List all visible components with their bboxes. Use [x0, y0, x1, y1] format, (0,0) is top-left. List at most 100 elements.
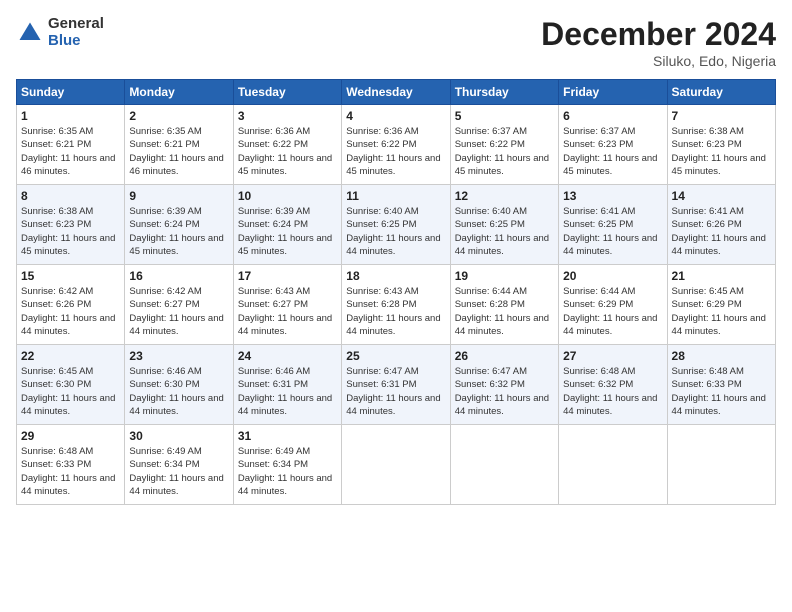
day-info: Sunrise: 6:39 AMSunset: 6:24 PMDaylight:…	[238, 206, 332, 257]
day-cell-5: 5 Sunrise: 6:37 AMSunset: 6:22 PMDayligh…	[450, 105, 558, 185]
day-info: Sunrise: 6:49 AMSunset: 6:34 PMDaylight:…	[238, 446, 332, 497]
day-number: 30	[129, 429, 228, 443]
logo-text: General Blue	[48, 16, 104, 49]
day-number: 31	[238, 429, 337, 443]
day-number: 14	[672, 189, 771, 203]
day-number: 10	[238, 189, 337, 203]
day-info: Sunrise: 6:35 AMSunset: 6:21 PMDaylight:…	[129, 126, 223, 177]
day-number: 19	[455, 269, 554, 283]
logo-icon	[16, 19, 44, 47]
day-cell-24: 24 Sunrise: 6:46 AMSunset: 6:31 PMDaylig…	[233, 345, 341, 425]
day-info: Sunrise: 6:42 AMSunset: 6:26 PMDaylight:…	[21, 286, 115, 337]
day-info: Sunrise: 6:41 AMSunset: 6:26 PMDaylight:…	[672, 206, 766, 257]
month-year: December 2024	[541, 16, 776, 53]
day-cell-14: 14 Sunrise: 6:41 AMSunset: 6:26 PMDaylig…	[667, 185, 775, 265]
day-number: 21	[672, 269, 771, 283]
day-info: Sunrise: 6:40 AMSunset: 6:25 PMDaylight:…	[346, 206, 440, 257]
col-header-saturday: Saturday	[667, 80, 775, 105]
day-cell-27: 27 Sunrise: 6:48 AMSunset: 6:32 PMDaylig…	[559, 345, 667, 425]
col-header-friday: Friday	[559, 80, 667, 105]
day-number: 24	[238, 349, 337, 363]
day-cell-8: 8 Sunrise: 6:38 AMSunset: 6:23 PMDayligh…	[17, 185, 125, 265]
day-number: 26	[455, 349, 554, 363]
day-info: Sunrise: 6:48 AMSunset: 6:33 PMDaylight:…	[672, 366, 766, 417]
day-number: 25	[346, 349, 445, 363]
day-info: Sunrise: 6:43 AMSunset: 6:28 PMDaylight:…	[346, 286, 440, 337]
empty-cell	[559, 425, 667, 505]
day-number: 27	[563, 349, 662, 363]
col-header-monday: Monday	[125, 80, 233, 105]
day-number: 15	[21, 269, 120, 283]
day-number: 1	[21, 109, 120, 123]
day-info: Sunrise: 6:44 AMSunset: 6:28 PMDaylight:…	[455, 286, 549, 337]
empty-cell	[342, 425, 450, 505]
day-cell-26: 26 Sunrise: 6:47 AMSunset: 6:32 PMDaylig…	[450, 345, 558, 425]
day-number: 22	[21, 349, 120, 363]
day-info: Sunrise: 6:48 AMSunset: 6:33 PMDaylight:…	[21, 446, 115, 497]
empty-cell	[450, 425, 558, 505]
day-info: Sunrise: 6:39 AMSunset: 6:24 PMDaylight:…	[129, 206, 223, 257]
col-header-wednesday: Wednesday	[342, 80, 450, 105]
day-cell-15: 15 Sunrise: 6:42 AMSunset: 6:26 PMDaylig…	[17, 265, 125, 345]
empty-cell	[667, 425, 775, 505]
day-cell-31: 31 Sunrise: 6:49 AMSunset: 6:34 PMDaylig…	[233, 425, 341, 505]
logo-general: General	[48, 16, 104, 33]
day-info: Sunrise: 6:47 AMSunset: 6:31 PMDaylight:…	[346, 366, 440, 417]
day-number: 6	[563, 109, 662, 123]
day-number: 29	[21, 429, 120, 443]
day-info: Sunrise: 6:45 AMSunset: 6:29 PMDaylight:…	[672, 286, 766, 337]
day-cell-20: 20 Sunrise: 6:44 AMSunset: 6:29 PMDaylig…	[559, 265, 667, 345]
day-number: 4	[346, 109, 445, 123]
day-info: Sunrise: 6:49 AMSunset: 6:34 PMDaylight:…	[129, 446, 223, 497]
day-number: 2	[129, 109, 228, 123]
day-cell-17: 17 Sunrise: 6:43 AMSunset: 6:27 PMDaylig…	[233, 265, 341, 345]
day-number: 9	[129, 189, 228, 203]
day-info: Sunrise: 6:48 AMSunset: 6:32 PMDaylight:…	[563, 366, 657, 417]
day-info: Sunrise: 6:37 AMSunset: 6:22 PMDaylight:…	[455, 126, 549, 177]
day-cell-10: 10 Sunrise: 6:39 AMSunset: 6:24 PMDaylig…	[233, 185, 341, 265]
day-cell-7: 7 Sunrise: 6:38 AMSunset: 6:23 PMDayligh…	[667, 105, 775, 185]
logo-blue: Blue	[48, 33, 104, 50]
day-cell-2: 2 Sunrise: 6:35 AMSunset: 6:21 PMDayligh…	[125, 105, 233, 185]
title-block: December 2024 Siluko, Edo, Nigeria	[541, 16, 776, 69]
day-cell-4: 4 Sunrise: 6:36 AMSunset: 6:22 PMDayligh…	[342, 105, 450, 185]
day-number: 8	[21, 189, 120, 203]
day-cell-11: 11 Sunrise: 6:40 AMSunset: 6:25 PMDaylig…	[342, 185, 450, 265]
col-header-sunday: Sunday	[17, 80, 125, 105]
day-info: Sunrise: 6:40 AMSunset: 6:25 PMDaylight:…	[455, 206, 549, 257]
day-info: Sunrise: 6:42 AMSunset: 6:27 PMDaylight:…	[129, 286, 223, 337]
day-info: Sunrise: 6:37 AMSunset: 6:23 PMDaylight:…	[563, 126, 657, 177]
day-info: Sunrise: 6:38 AMSunset: 6:23 PMDaylight:…	[672, 126, 766, 177]
day-info: Sunrise: 6:36 AMSunset: 6:22 PMDaylight:…	[238, 126, 332, 177]
day-info: Sunrise: 6:44 AMSunset: 6:29 PMDaylight:…	[563, 286, 657, 337]
day-cell-6: 6 Sunrise: 6:37 AMSunset: 6:23 PMDayligh…	[559, 105, 667, 185]
day-cell-21: 21 Sunrise: 6:45 AMSunset: 6:29 PMDaylig…	[667, 265, 775, 345]
day-cell-29: 29 Sunrise: 6:48 AMSunset: 6:33 PMDaylig…	[17, 425, 125, 505]
day-number: 7	[672, 109, 771, 123]
day-number: 12	[455, 189, 554, 203]
calendar-table: SundayMondayTuesdayWednesdayThursdayFrid…	[16, 79, 776, 505]
col-header-thursday: Thursday	[450, 80, 558, 105]
day-info: Sunrise: 6:41 AMSunset: 6:25 PMDaylight:…	[563, 206, 657, 257]
day-info: Sunrise: 6:43 AMSunset: 6:27 PMDaylight:…	[238, 286, 332, 337]
day-info: Sunrise: 6:35 AMSunset: 6:21 PMDaylight:…	[21, 126, 115, 177]
day-number: 28	[672, 349, 771, 363]
day-info: Sunrise: 6:46 AMSunset: 6:30 PMDaylight:…	[129, 366, 223, 417]
col-header-tuesday: Tuesday	[233, 80, 341, 105]
day-number: 11	[346, 189, 445, 203]
day-number: 16	[129, 269, 228, 283]
day-cell-1: 1 Sunrise: 6:35 AMSunset: 6:21 PMDayligh…	[17, 105, 125, 185]
day-cell-13: 13 Sunrise: 6:41 AMSunset: 6:25 PMDaylig…	[559, 185, 667, 265]
day-info: Sunrise: 6:36 AMSunset: 6:22 PMDaylight:…	[346, 126, 440, 177]
day-info: Sunrise: 6:38 AMSunset: 6:23 PMDaylight:…	[21, 206, 115, 257]
day-cell-18: 18 Sunrise: 6:43 AMSunset: 6:28 PMDaylig…	[342, 265, 450, 345]
day-number: 23	[129, 349, 228, 363]
day-info: Sunrise: 6:47 AMSunset: 6:32 PMDaylight:…	[455, 366, 549, 417]
page-header: General Blue December 2024 Siluko, Edo, …	[16, 16, 776, 69]
day-cell-30: 30 Sunrise: 6:49 AMSunset: 6:34 PMDaylig…	[125, 425, 233, 505]
day-info: Sunrise: 6:46 AMSunset: 6:31 PMDaylight:…	[238, 366, 332, 417]
day-cell-3: 3 Sunrise: 6:36 AMSunset: 6:22 PMDayligh…	[233, 105, 341, 185]
day-number: 20	[563, 269, 662, 283]
day-number: 13	[563, 189, 662, 203]
day-cell-16: 16 Sunrise: 6:42 AMSunset: 6:27 PMDaylig…	[125, 265, 233, 345]
